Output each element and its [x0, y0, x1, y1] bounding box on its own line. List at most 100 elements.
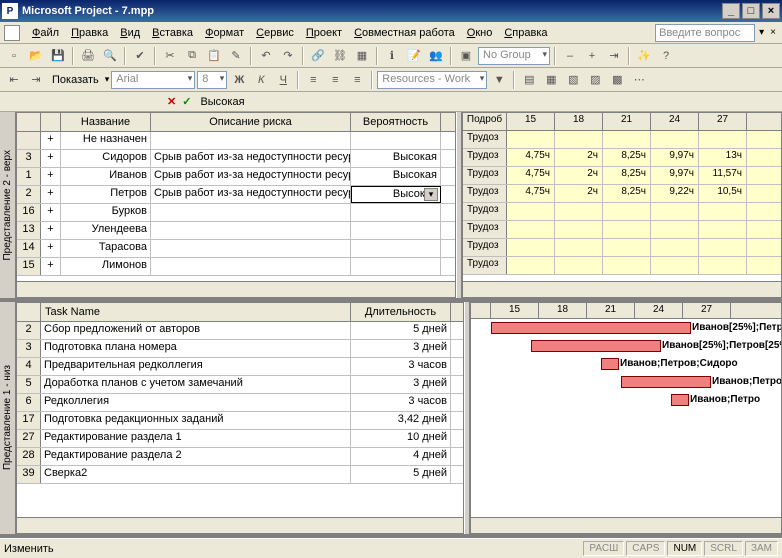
note-icon[interactable]: 📝: [404, 46, 424, 66]
usage-row[interactable]: Трудоз4,75ч2ч8,25ч9,97ч13ч: [463, 149, 781, 167]
col-header[interactable]: [17, 113, 41, 131]
minimize-button[interactable]: _: [722, 3, 740, 19]
goto-icon[interactable]: ⇥: [604, 46, 624, 66]
link-icon[interactable]: 🔗: [308, 46, 328, 66]
menu-Вставка[interactable]: Вставка: [146, 25, 199, 41]
table-row[interactable]: 1+ИвановСрыв работ из-за недоступности р…: [17, 168, 455, 186]
publish-icon[interactable]: ▣: [456, 46, 476, 66]
assign-icon[interactable]: 👥: [426, 46, 446, 66]
font-combo[interactable]: Arial: [111, 71, 195, 89]
col-header[interactable]: [41, 113, 61, 131]
table-row[interactable]: 13+Улендеева: [17, 222, 455, 240]
split-icon[interactable]: ▦: [352, 46, 372, 66]
table-row[interactable]: 39Сверка25 дней: [17, 466, 463, 484]
usage-row[interactable]: Трудоз: [463, 239, 781, 257]
usage-row[interactable]: Трудоз4,75ч2ч8,25ч9,22ч10,5ч: [463, 185, 781, 203]
help-icon[interactable]: ?: [656, 46, 676, 66]
usage-row[interactable]: Трудоз: [463, 203, 781, 221]
table-row[interactable]: 17Подготовка редакционных заданий3,42 дн…: [17, 412, 463, 430]
col-header[interactable]: [17, 303, 41, 321]
filter-combo[interactable]: Resources - Work: [377, 71, 487, 89]
align-center-icon[interactable]: ≡: [325, 70, 345, 90]
group-combo[interactable]: No Group: [478, 47, 550, 65]
table-row[interactable]: 2Сбор предложений от авторов5 дней: [17, 322, 463, 340]
view-usage-icon[interactable]: ▨: [585, 70, 605, 90]
usage-row[interactable]: Трудоз4,75ч2ч8,25ч9,97ч11,57ч: [463, 167, 781, 185]
undo-icon[interactable]: ↶: [256, 46, 276, 66]
new-icon[interactable]: ▫: [4, 46, 24, 66]
col-header[interactable]: Длительность: [351, 303, 451, 321]
col-header[interactable]: Task Name: [41, 303, 351, 321]
help-search-input[interactable]: [655, 24, 755, 42]
top-timephased[interactable]: Подроб1518212427 ТрудозТрудоз4,75ч2ч8,25…: [462, 112, 782, 298]
menu-Правка[interactable]: Правка: [65, 25, 114, 41]
cancel-entry-icon[interactable]: ✕: [164, 95, 179, 108]
save-icon[interactable]: 💾: [48, 46, 68, 66]
indent-icon[interactable]: ⇥: [26, 70, 46, 90]
spell-icon[interactable]: ✔: [130, 46, 150, 66]
menu-Справка[interactable]: Справка: [498, 25, 553, 41]
format-painter-icon[interactable]: ✎: [226, 46, 246, 66]
table-row[interactable]: 14+Тарасова: [17, 240, 455, 258]
view-name-top[interactable]: Представление 2 - верх: [0, 112, 16, 298]
preview-icon[interactable]: 🔍: [100, 46, 120, 66]
print-icon[interactable]: 🖨: [78, 46, 98, 66]
table-row[interactable]: 6Редколлегия3 часов: [17, 394, 463, 412]
view-more-icon[interactable]: ⋯: [629, 70, 649, 90]
table-row[interactable]: 27Редактирование раздела 110 дней: [17, 430, 463, 448]
cut-icon[interactable]: ✂: [160, 46, 180, 66]
fontsize-combo[interactable]: 8: [197, 71, 227, 89]
copy-icon[interactable]: ⧉: [182, 46, 202, 66]
align-right-icon[interactable]: ≡: [347, 70, 367, 90]
menu-Сервис[interactable]: Сервис: [250, 25, 300, 41]
gantt-bar[interactable]: Иванов;Петро: [621, 376, 711, 388]
view-name-bottom[interactable]: Представление 1 - низ: [0, 302, 16, 534]
menu-Формат[interactable]: Формат: [199, 25, 250, 41]
outdent-icon[interactable]: ⇤: [4, 70, 24, 90]
menu-Окно[interactable]: Окно: [461, 25, 499, 41]
underline-icon[interactable]: Ч: [273, 70, 293, 90]
table-row[interactable]: 28Редактирование раздела 24 дней: [17, 448, 463, 466]
close-button[interactable]: ×: [762, 3, 780, 19]
mdi-close-icon[interactable]: ×: [768, 27, 778, 38]
gantt-bar[interactable]: Иванов;Петров;Сидоро: [601, 358, 619, 370]
redo-icon[interactable]: ↷: [278, 46, 298, 66]
view-cal-icon[interactable]: ▦: [541, 70, 561, 90]
paste-icon[interactable]: 📋: [204, 46, 224, 66]
col-header[interactable]: Описание риска: [151, 113, 351, 131]
col-header[interactable]: Название: [61, 113, 151, 131]
bold-icon[interactable]: Ж: [229, 70, 249, 90]
view-net-icon[interactable]: ▧: [563, 70, 583, 90]
open-icon[interactable]: 📂: [26, 46, 46, 66]
table-row[interactable]: 3Подготовка плана номера3 дней: [17, 340, 463, 358]
gantt-bar[interactable]: Иванов[25%];Петров[25%: [531, 340, 661, 352]
mdi-restore-icon[interactable]: ▾: [757, 27, 766, 38]
accept-entry-icon[interactable]: ✓: [179, 95, 194, 108]
top-grid[interactable]: НазваниеОписание рискаВероятность +Не на…: [16, 112, 456, 298]
wizard-icon[interactable]: ✨: [634, 46, 654, 66]
italic-icon[interactable]: К: [251, 70, 271, 90]
view-res-icon[interactable]: ▩: [607, 70, 627, 90]
zoom-out-icon[interactable]: –: [560, 46, 580, 66]
usage-row[interactable]: Трудоз: [463, 257, 781, 275]
bottom-grid[interactable]: Task NameДлительность 2Сбор предложений …: [16, 302, 464, 534]
menu-Проект[interactable]: Проект: [300, 25, 348, 41]
menu-Совместная работа[interactable]: Совместная работа: [348, 25, 461, 41]
zoom-in-icon[interactable]: +: [582, 46, 602, 66]
entry-value[interactable]: Высокая: [194, 96, 244, 108]
unlink-icon[interactable]: ⛓: [330, 46, 350, 66]
col-header[interactable]: Вероятность: [351, 113, 441, 131]
table-row[interactable]: 15+Лимонов: [17, 258, 455, 276]
gantt-chart[interactable]: 1518212427 Иванов[25%];Петров[25%];Сидор…: [470, 302, 782, 534]
usage-row[interactable]: Трудоз: [463, 131, 781, 149]
menu-Файл[interactable]: Файл: [26, 25, 65, 41]
gantt-bar[interactable]: Иванов[25%];Петров[25%];Сидоров[25%]: [491, 322, 691, 334]
table-row[interactable]: +Не назначен: [17, 132, 455, 150]
info-icon[interactable]: ℹ: [382, 46, 402, 66]
gantt-bar[interactable]: Иванов;Петро: [671, 394, 689, 406]
autofilter-icon[interactable]: ▼: [489, 70, 509, 90]
table-row[interactable]: 2+ПетровСрыв работ из-за недоступности р…: [17, 186, 455, 204]
table-row[interactable]: 3+СидоровСрыв работ из-за недоступности …: [17, 150, 455, 168]
menu-Вид[interactable]: Вид: [114, 25, 146, 41]
table-row[interactable]: 16+Бурков: [17, 204, 455, 222]
